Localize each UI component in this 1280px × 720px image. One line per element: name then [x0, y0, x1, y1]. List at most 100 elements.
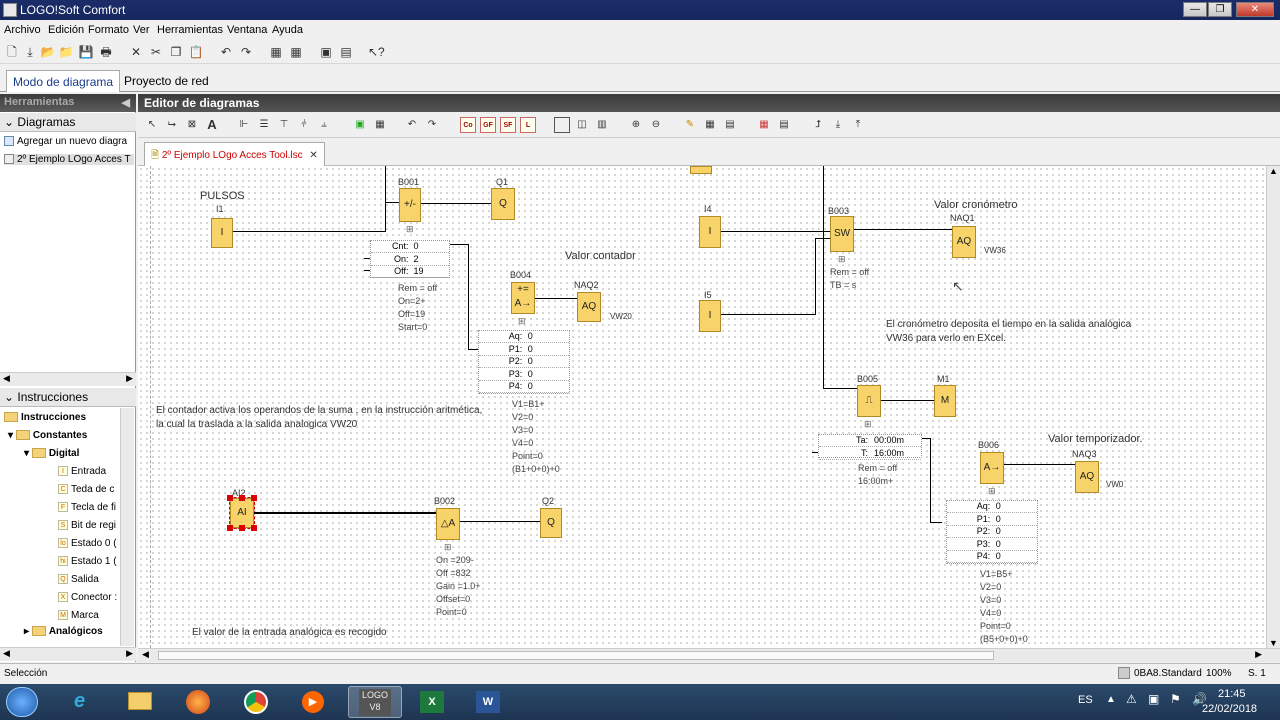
transfer-logo-pc-icon[interactable]: ▦ [288, 44, 304, 60]
page-up-icon[interactable]: ⤒ [850, 117, 866, 133]
view-triple-icon[interactable]: ▥ [594, 117, 610, 133]
excel-icon[interactable]: X [406, 686, 460, 718]
firefox-icon[interactable] [172, 686, 226, 718]
expand-icon[interactable]: ⊞ [864, 419, 872, 430]
undo-diagram-icon[interactable]: ↶ [404, 117, 420, 133]
network-icon[interactable]: ▣ [1148, 692, 1159, 706]
table-icon[interactable]: ▤ [722, 117, 738, 133]
highlight-icon[interactable]: ✎ [682, 117, 698, 133]
print-icon[interactable]: 🖶 [98, 44, 114, 60]
block-b006[interactable]: A→ [980, 452, 1004, 484]
diagrams-hscroll[interactable]: ◀ ▶ [0, 372, 136, 386]
block-b002[interactable]: △A [436, 508, 460, 540]
param-row[interactable]: P4: 0 [479, 381, 569, 393]
instructions-vscroll[interactable] [120, 408, 134, 646]
block-q1[interactable]: Q [491, 188, 515, 220]
param-row[interactable]: P1: 0 [947, 514, 1037, 526]
param-row[interactable]: P2: 0 [947, 526, 1037, 538]
clock-date[interactable]: 22/02/2018 [1202, 703, 1257, 715]
block-i1[interactable]: I [211, 218, 233, 248]
zoom-in-icon[interactable]: ⊕ [628, 117, 644, 133]
param-row[interactable]: On: 2 [371, 254, 449, 266]
tray-arrow-icon[interactable]: ▲ [1106, 694, 1116, 705]
menu-ventana[interactable]: Ventana [227, 24, 267, 36]
ie-icon[interactable]: e [58, 686, 112, 718]
connect-tool-icon[interactable]: ⮡ [164, 117, 180, 133]
split-connection-icon[interactable]: ⮥ [810, 117, 826, 133]
help-pointer-icon[interactable]: ↖? [368, 44, 385, 60]
folder-icon[interactable]: 📁 [58, 44, 74, 60]
param-row[interactable]: P2: 0 [479, 356, 569, 368]
block-m1[interactable]: M [934, 385, 956, 417]
tree-item[interactable]: lo Estado 0 ( [58, 538, 117, 549]
co-block-button[interactable]: Co [460, 117, 476, 133]
tree-item[interactable]: C Teda de c [58, 484, 114, 495]
selection-handle[interactable] [239, 525, 245, 531]
menu-ayuda[interactable]: Ayuda [272, 24, 303, 36]
language-indicator[interactable]: ES [1078, 694, 1093, 706]
chrome-icon[interactable] [230, 686, 284, 718]
param-row[interactable]: P3: 0 [947, 539, 1037, 551]
media-player-icon[interactable]: ▶ [286, 686, 340, 718]
distribute-v-icon[interactable]: ⫨ [316, 117, 332, 133]
cut-connection-icon[interactable]: ⊠ [184, 117, 200, 133]
view-split-icon[interactable]: ◫ [574, 117, 590, 133]
expand-icon[interactable]: ⊞ [518, 316, 526, 327]
canvas-vscroll[interactable]: ▲ ▼ [1266, 166, 1280, 648]
block-i5[interactable]: I [699, 300, 721, 332]
tree-item[interactable]: X Conector : [58, 592, 117, 603]
block-partial-top[interactable] [690, 166, 712, 174]
instructions-section[interactable]: ⌄ Instrucciones [0, 388, 136, 407]
copy-icon[interactable]: ❐ [168, 44, 184, 60]
transfer-pc-logo-icon[interactable]: ▦ [268, 44, 284, 60]
arrange-icon[interactable]: ▣ [352, 117, 368, 133]
paste-icon[interactable]: 📋 [188, 44, 204, 60]
tree-analog[interactable]: ▸ Analógicos [24, 626, 103, 637]
expand-icon[interactable]: ⊞ [444, 542, 452, 553]
param-row[interactable]: Aq: 0 [479, 331, 569, 343]
block-b004[interactable]: += A→ [511, 282, 535, 314]
add-diagram-item[interactable]: Agregar un nuevo diagra [4, 136, 127, 147]
group-icon[interactable]: ▦ [372, 117, 388, 133]
start-button[interactable] [6, 687, 38, 717]
block-naq3[interactable]: AQ [1075, 461, 1099, 493]
note-analog[interactable]: El valor de la entrada analógica es reco… [192, 626, 492, 640]
flag-icon[interactable]: ⚑ [1170, 692, 1181, 706]
param-row[interactable]: Cnt: 0 [371, 241, 449, 253]
page-down-icon[interactable]: ⤓ [830, 117, 846, 133]
note-cronometro[interactable]: El cronómetro deposita el tiempo en la s… [886, 318, 1156, 346]
param-row[interactable]: P3: 0 [479, 369, 569, 381]
param-row[interactable]: Ta: 00:00m [819, 435, 921, 447]
block-q2[interactable]: Q [540, 508, 562, 538]
b005-params[interactable]: Ta: 00:00m T: 16:00m [818, 434, 922, 460]
new-icon[interactable]: 🗋 [4, 44, 20, 60]
param-row[interactable]: P1: 0 [479, 344, 569, 356]
save-icon[interactable]: 💾 [78, 44, 94, 60]
tab-diagram-mode[interactable]: Modo de diagrama [6, 70, 121, 92]
menu-ver[interactable]: Ver [133, 24, 150, 36]
note-contador[interactable]: El contador activa los operandos de la s… [156, 404, 486, 432]
clock-time[interactable]: 21:45 [1218, 688, 1246, 700]
expand-icon[interactable]: ⊞ [988, 486, 996, 497]
tree-item[interactable]: S Bit de regi [58, 520, 116, 531]
word-icon[interactable]: W [462, 686, 516, 718]
b001-params[interactable]: Cnt: 0 On: 2 Off: 19 [370, 240, 450, 278]
align-center-icon[interactable]: ☰ [256, 117, 272, 133]
align-left-icon[interactable]: ⊩ [236, 117, 252, 133]
minimize-button[interactable]: — [1183, 2, 1207, 17]
view-single-icon[interactable] [554, 117, 570, 133]
l-block-button[interactable]: L [520, 117, 536, 133]
tree-item[interactable]: I Entrada [58, 466, 106, 477]
block-b003[interactable]: SW [830, 216, 854, 252]
zoom-out-icon[interactable]: ⊖ [648, 117, 664, 133]
gf-block-button[interactable]: GF [480, 117, 496, 133]
collapse-icon[interactable]: ◀ [122, 96, 130, 109]
open-icon[interactable]: 📂 [40, 44, 56, 60]
select-tool-icon[interactable]: ↖ [144, 117, 160, 133]
redo-diagram-icon[interactable]: ↷ [424, 117, 440, 133]
distribute-h-icon[interactable]: ⫩ [296, 117, 312, 133]
param-row[interactable]: T: 16:00m [819, 448, 921, 460]
maximize-button[interactable]: ❐ [1208, 2, 1232, 17]
menu-archivo[interactable]: Archivo [4, 24, 41, 36]
selection-handle[interactable] [239, 495, 245, 501]
